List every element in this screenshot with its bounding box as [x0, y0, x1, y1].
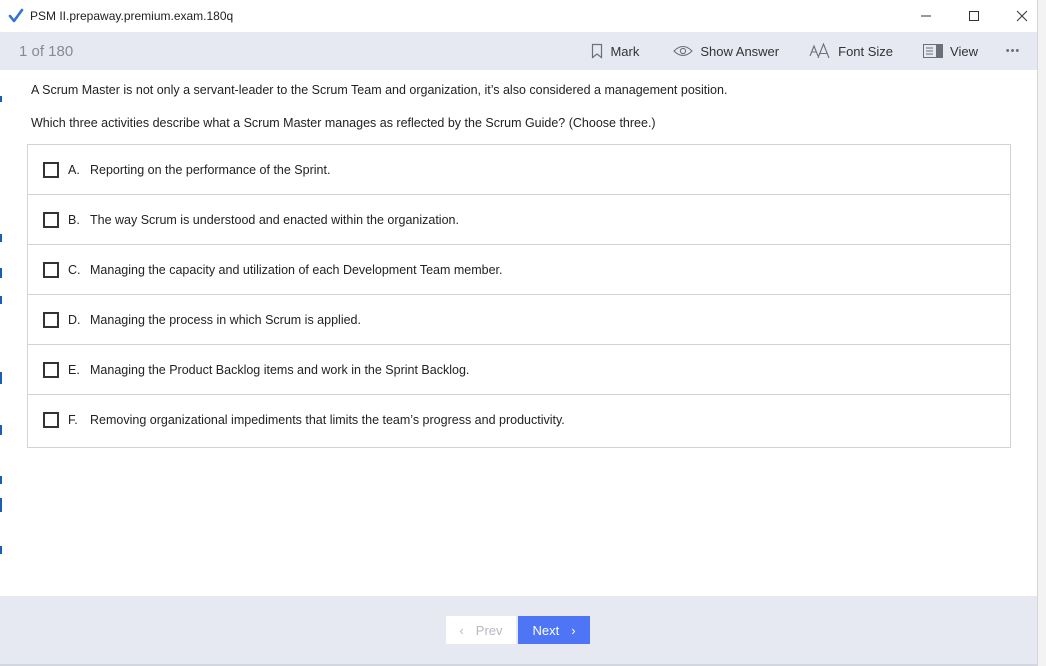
option-f-checkbox[interactable]	[43, 412, 59, 428]
option-f[interactable]: F. Removing organizational impediments t…	[28, 395, 1010, 445]
chevron-left-icon: ‹	[459, 622, 464, 638]
view-layout-icon	[923, 44, 944, 58]
show-answer-label: Show Answer	[700, 43, 780, 59]
toolbar-actions: Mark Show Answer Font Size View •••	[591, 32, 1037, 70]
question-prompt: Which three activities describe what a S…	[31, 116, 656, 130]
option-e-checkbox[interactable]	[43, 361, 59, 378]
option-letter: D.	[68, 312, 81, 327]
title-bar: PSM II.prepaway.premium.exam.180q	[0, 0, 1046, 32]
font-size-button[interactable]: Font Size	[809, 32, 893, 70]
window-controls	[902, 0, 1046, 32]
question-intro: A Scrum Master is not only a servant-lea…	[31, 83, 728, 97]
option-text: Managing the process in which Scrum is a…	[90, 312, 361, 327]
eye-icon	[673, 45, 694, 57]
option-text: Removing organizational impediments that…	[90, 413, 565, 427]
more-options-button[interactable]: •••	[1003, 32, 1023, 70]
bookmark-icon	[592, 43, 603, 59]
minimize-button[interactable]	[902, 0, 950, 32]
view-label: View	[950, 43, 978, 59]
more-dots-icon: •••	[1005, 45, 1021, 57]
navigation-footer: ‹ Prev Next ›	[0, 596, 1037, 666]
window-title: PSM II.prepaway.premium.exam.180q	[30, 9, 234, 23]
option-a[interactable]: A. Reporting on the performance of the S…	[28, 145, 1010, 195]
view-button[interactable]: View	[923, 32, 978, 70]
left-edge-marks	[0, 0, 2, 666]
background-window-edge	[1037, 0, 1046, 666]
next-label: Next	[532, 622, 560, 638]
chevron-right-icon: ›	[571, 622, 576, 638]
minimize-icon	[921, 15, 931, 17]
option-letter: B.	[68, 212, 80, 227]
font-size-label: Font Size	[838, 43, 894, 59]
option-b[interactable]: B. The way Scrum is understood and enact…	[28, 195, 1010, 245]
prev-button[interactable]: ‹ Prev	[446, 616, 516, 644]
option-text: Managing the Product Backlog items and w…	[90, 362, 470, 377]
option-letter: C.	[68, 262, 81, 277]
prev-label: Prev	[475, 622, 503, 638]
option-a-checkbox[interactable]	[43, 161, 59, 178]
next-button[interactable]: Next ›	[518, 616, 590, 644]
option-e[interactable]: E. Managing the Product Backlog items an…	[28, 345, 1010, 395]
option-b-checkbox[interactable]	[43, 211, 59, 228]
option-letter: E.	[68, 362, 80, 377]
option-c[interactable]: C. Managing the capacity and utilization…	[28, 245, 1010, 295]
option-d[interactable]: D. Managing the process in which Scrum i…	[28, 295, 1010, 345]
option-c-checkbox[interactable]	[43, 261, 59, 278]
option-d-checkbox[interactable]	[43, 311, 59, 328]
maximize-icon	[969, 11, 979, 21]
mark-button[interactable]: Mark	[591, 32, 639, 70]
close-icon	[1016, 10, 1028, 22]
maximize-button[interactable]	[950, 0, 998, 32]
option-text: The way Scrum is understood and enacted …	[90, 212, 459, 227]
show-answer-button[interactable]: Show Answer	[673, 32, 779, 70]
mark-label: Mark	[610, 43, 640, 59]
option-text: Reporting on the performance of the Spri…	[90, 162, 331, 177]
option-letter: A.	[68, 162, 80, 177]
question-counter: 1 of 180	[19, 42, 74, 60]
exam-toolbar: 1 of 180 Mark Show Answer Font Size View…	[0, 32, 1037, 70]
checkmark-app-icon	[8, 8, 24, 23]
answer-options: A. Reporting on the performance of the S…	[27, 144, 1011, 448]
font-size-icon	[809, 43, 830, 59]
option-text: Managing the capacity and utilization of…	[90, 262, 503, 277]
option-letter: F.	[68, 413, 78, 427]
